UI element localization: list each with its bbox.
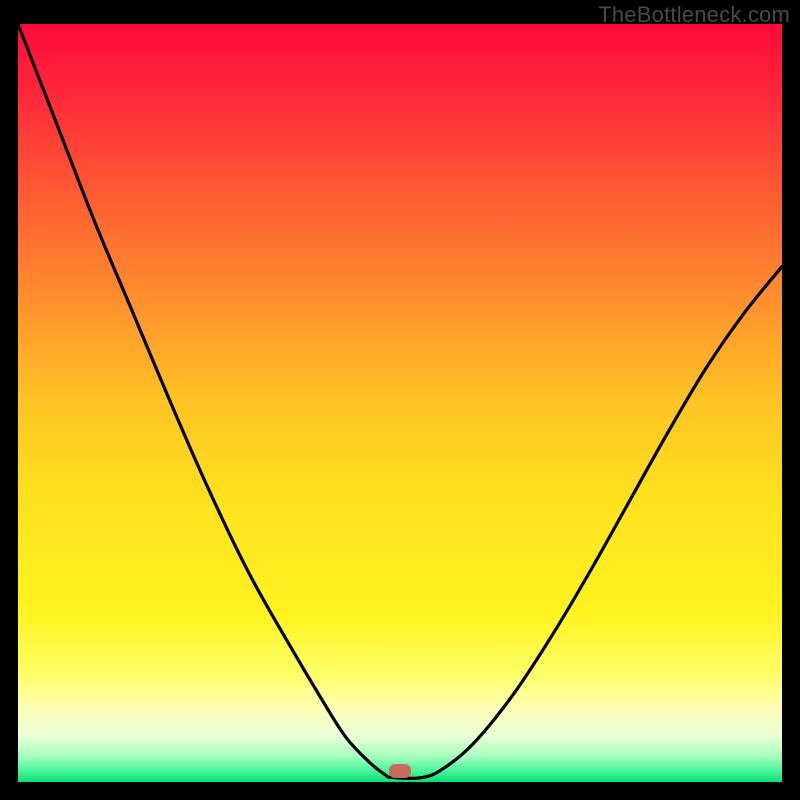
bottleneck-curve-chart <box>18 24 782 782</box>
optimal-point-marker <box>389 764 411 778</box>
plot-area <box>18 24 782 782</box>
chart-frame: TheBottleneck.com <box>0 0 800 800</box>
gradient-background <box>18 24 782 782</box>
watermark-label: TheBottleneck.com <box>598 2 790 28</box>
